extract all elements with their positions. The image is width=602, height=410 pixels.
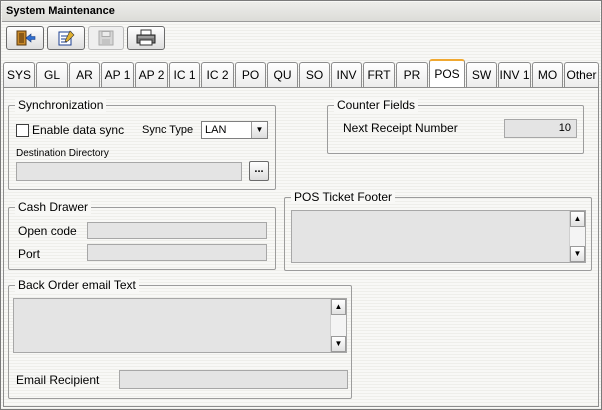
open-code-field[interactable] — [87, 222, 267, 239]
scroll-up-icon[interactable]: ▲ — [331, 299, 346, 315]
system-maintenance-window: System Maintenance SYS GL AR AP 1 AP 2 I… — [0, 0, 602, 410]
open-code-label: Open code — [18, 224, 77, 238]
tab-pr[interactable]: PR — [396, 62, 428, 87]
back-order-email-textarea[interactable]: ▲ ▼ — [13, 298, 347, 353]
tab-ap2[interactable]: AP 2 — [135, 62, 168, 87]
chevron-down-icon: ▼ — [251, 122, 267, 138]
scroll-up-icon[interactable]: ▲ — [570, 211, 585, 227]
counter-fields-title: Counter Fields — [334, 98, 419, 112]
tab-ar[interactable]: AR — [69, 62, 100, 87]
sync-type-label: Sync Type — [142, 124, 194, 136]
tab-qu[interactable]: QU — [267, 62, 298, 87]
pos-ticket-footer-textarea[interactable]: ▲ ▼ — [291, 210, 586, 263]
tab-sys[interactable]: SYS — [3, 62, 35, 87]
next-receipt-number-field[interactable]: 10 — [504, 119, 577, 138]
email-recipient-label: Email Recipient — [16, 373, 100, 387]
destination-directory-label: Destination Directory — [16, 148, 109, 159]
tab-po[interactable]: PO — [235, 62, 266, 87]
printer-icon — [135, 29, 157, 47]
pos-ticket-footer-scrollbar[interactable]: ▲ ▼ — [569, 211, 585, 262]
sync-type-select[interactable]: LAN ▼ — [201, 121, 268, 139]
edit-button[interactable] — [47, 26, 85, 50]
tab-inv1[interactable]: INV 1 — [498, 62, 531, 87]
enable-data-sync-label: Enable data sync — [32, 123, 125, 137]
tab-other[interactable]: Other — [564, 62, 599, 87]
tab-so[interactable]: SO — [299, 62, 330, 87]
back-order-email-title: Back Order email Text — [15, 278, 139, 292]
tab-gl[interactable]: GL — [36, 62, 68, 87]
sync-type-value: LAN — [205, 124, 227, 136]
tab-ap1[interactable]: AP 1 — [101, 62, 134, 87]
tab-sw[interactable]: SW — [466, 62, 497, 87]
cash-drawer-title: Cash Drawer — [15, 200, 92, 214]
edit-notepad-icon — [56, 29, 76, 47]
print-button[interactable] — [127, 26, 165, 50]
tab-strip: SYS GL AR AP 1 AP 2 IC 1 IC 2 PO QU SO I… — [3, 59, 601, 88]
scroll-down-icon[interactable]: ▼ — [570, 246, 585, 262]
save-floppy-icon — [98, 30, 114, 46]
tab-frt[interactable]: FRT — [363, 62, 395, 87]
tab-ic1[interactable]: IC 1 — [169, 62, 200, 87]
exit-button[interactable] — [6, 26, 44, 50]
destination-directory-field[interactable] — [16, 162, 242, 181]
tab-mo[interactable]: MO — [532, 62, 563, 87]
email-recipient-field[interactable] — [119, 370, 348, 389]
window-title: System Maintenance — [2, 2, 600, 22]
tab-pos[interactable]: POS — [429, 59, 465, 88]
back-order-email-scrollbar[interactable]: ▲ ▼ — [330, 299, 346, 352]
next-receipt-number-label: Next Receipt Number — [343, 121, 458, 135]
save-button[interactable] — [88, 26, 124, 50]
scroll-down-icon[interactable]: ▼ — [331, 336, 346, 352]
synchronization-title: Synchronization — [15, 98, 107, 112]
tab-inv[interactable]: INV — [331, 62, 362, 87]
pos-ticket-footer-title: POS Ticket Footer — [291, 190, 396, 204]
port-field[interactable] — [87, 244, 267, 261]
browse-directory-button[interactable]: ... — [249, 161, 269, 181]
tab-ic2[interactable]: IC 2 — [201, 62, 234, 87]
port-label: Port — [18, 247, 41, 261]
exit-door-icon — [14, 29, 36, 47]
enable-data-sync-checkbox[interactable] — [16, 124, 29, 137]
